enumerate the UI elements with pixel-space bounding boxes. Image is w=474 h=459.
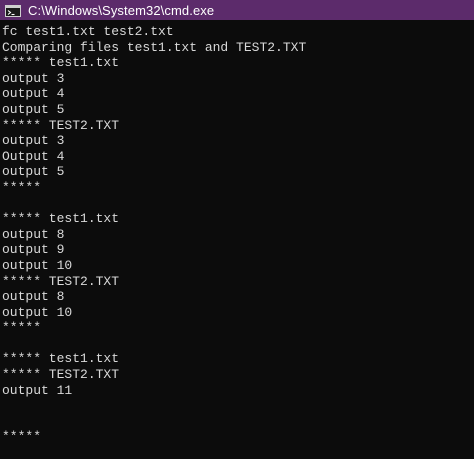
console-line: ***** <box>2 429 42 445</box>
console-line: output 4 <box>2 86 65 102</box>
console-line: output 8 <box>2 226 65 242</box>
console-line: ***** test1.txt <box>2 55 120 71</box>
console-line: Comparing files test1.txt and TEST2.TXT <box>2 39 307 55</box>
cmd-window: C:\Windows\System32\cmd.exe fc test1.txt… <box>0 0 474 459</box>
console-line: ***** TEST2.TXT <box>2 117 120 133</box>
console-line: output 9 <box>2 242 65 258</box>
console-output[interactable]: fc test1.txt test2.txt Comparing files te… <box>2 24 472 456</box>
window-title: C:\Windows\System32\cmd.exe <box>28 2 215 18</box>
console-line: output 10 <box>2 257 73 273</box>
console-line: output 3 <box>2 70 65 86</box>
console-line: output 5 <box>2 164 65 180</box>
console-line: output 8 <box>2 289 65 305</box>
console-line: output 5 <box>2 101 65 117</box>
console-line: ***** test1.txt <box>2 211 120 227</box>
console-line: output 10 <box>2 304 73 320</box>
console-line: ***** <box>2 179 42 195</box>
console-app-icon <box>5 4 21 17</box>
title-bar[interactable]: C:\Windows\System32\cmd.exe <box>0 0 474 20</box>
console-line: output 11 <box>2 382 73 398</box>
console-line: ***** TEST2.TXT <box>2 367 120 383</box>
console-line: fc test1.txt test2.txt <box>2 24 174 39</box>
console-line: Output 4 <box>2 148 65 164</box>
console-line: output 3 <box>2 133 65 149</box>
console-line: ***** <box>2 320 42 336</box>
console-line: ***** test1.txt <box>2 351 120 367</box>
console-line: ***** TEST2.TXT <box>2 273 120 289</box>
